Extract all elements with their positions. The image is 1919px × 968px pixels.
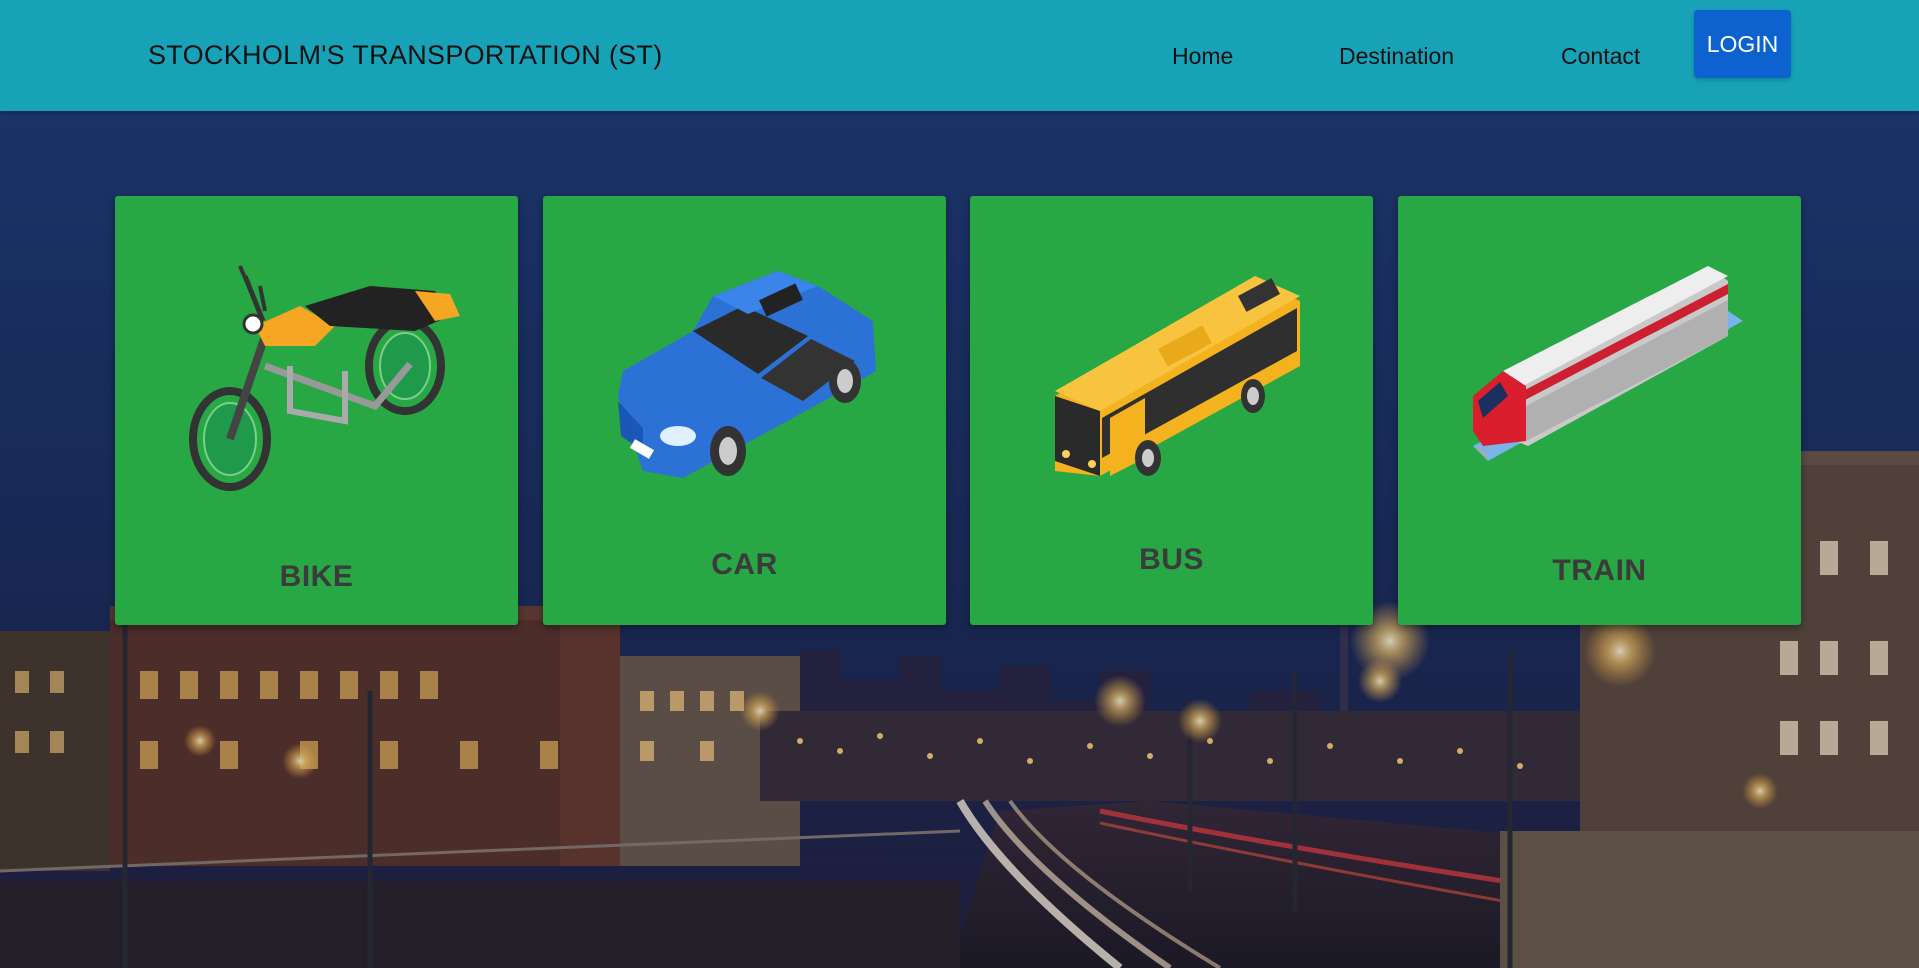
car-icon — [543, 196, 946, 496]
nav-link-contact[interactable]: Contact — [1561, 43, 1640, 70]
nav-link-home[interactable]: Home — [1172, 43, 1233, 70]
card-label-bus: BUS — [1139, 543, 1204, 576]
motorcycle-icon — [115, 196, 518, 496]
card-bus[interactable]: BUS — [970, 196, 1373, 625]
card-car[interactable]: CAR — [543, 196, 946, 625]
navbar: STOCKHOLM'S TRANSPORTATION (ST) Home Des… — [0, 0, 1919, 111]
train-icon — [1398, 196, 1801, 496]
card-train[interactable]: TRAIN — [1398, 196, 1801, 625]
card-bike[interactable]: BIKE — [115, 196, 518, 625]
card-label-train: TRAIN — [1552, 554, 1647, 587]
brand-title[interactable]: STOCKHOLM'S TRANSPORTATION (ST) — [148, 40, 663, 71]
login-button[interactable]: LOGIN — [1694, 10, 1791, 78]
card-label-car: CAR — [711, 548, 778, 581]
bus-icon — [970, 196, 1373, 496]
nav-link-destination[interactable]: Destination — [1339, 43, 1454, 70]
card-label-bike: BIKE — [279, 560, 354, 593]
